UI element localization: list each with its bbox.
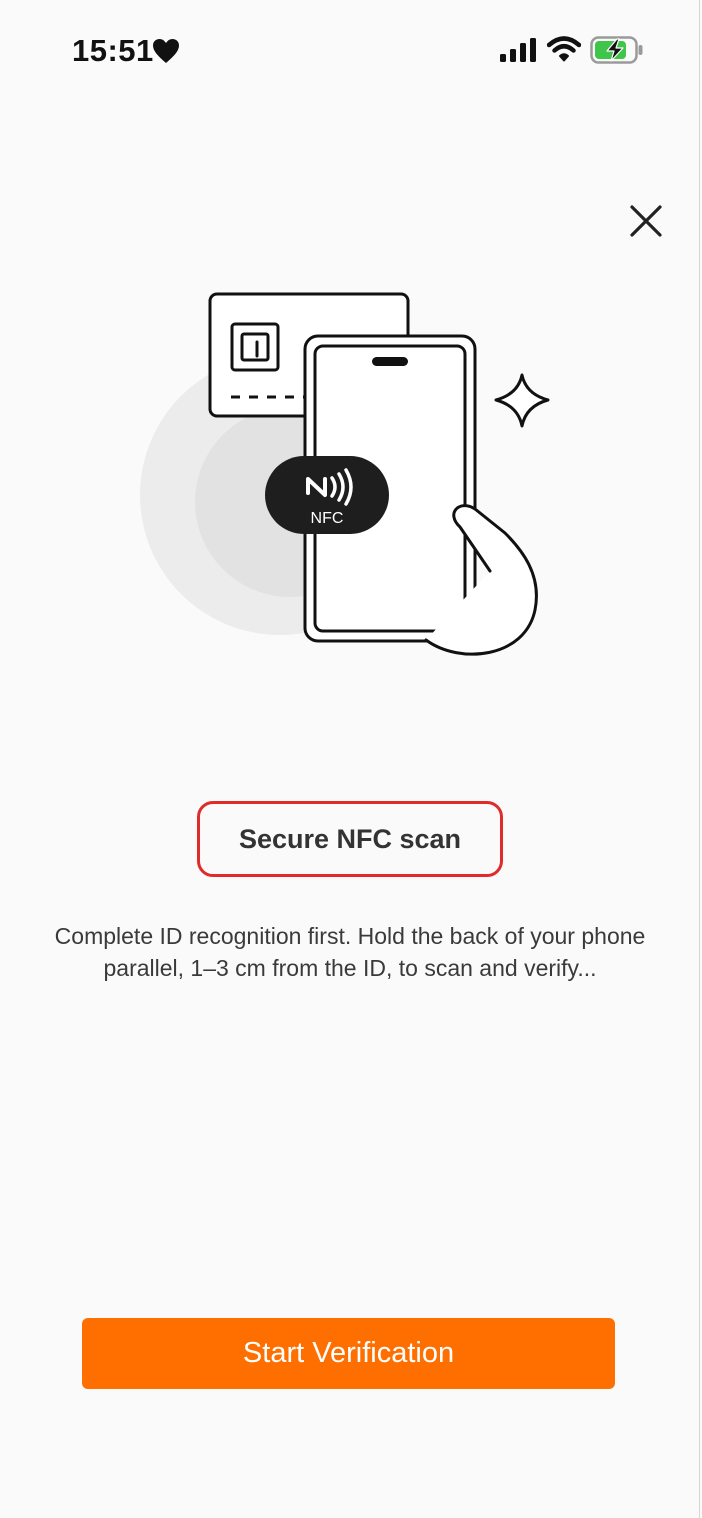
battery-charging-icon	[590, 36, 643, 64]
nfc-badge: NFC	[265, 456, 389, 534]
nfc-scan-screen: 15:51 NFC Secure NFC scan Complete ID re…	[0, 0, 702, 1518]
nfc-illustration: NFC	[140, 292, 550, 656]
signal-icon	[500, 38, 536, 62]
wifi-icon	[547, 36, 581, 62]
title-highlight: Secure NFC scan	[197, 801, 503, 877]
start-verification-label: Start Verification	[242, 1337, 455, 1369]
page-title: Secure NFC scan	[238, 823, 462, 854]
edge-divider	[699, 0, 700, 1518]
instruction-text: Complete ID recognition first. Hold the …	[54, 923, 646, 981]
status-bar: 15:51	[0, 0, 700, 100]
nfc-label: NFC	[311, 510, 344, 527]
heart-icon	[153, 39, 179, 63]
sparkle-icon	[494, 373, 550, 428]
start-verification-button[interactable]: Start Verification	[82, 1318, 615, 1389]
status-time: 15:51	[72, 33, 154, 68]
close-button[interactable]	[620, 195, 672, 247]
